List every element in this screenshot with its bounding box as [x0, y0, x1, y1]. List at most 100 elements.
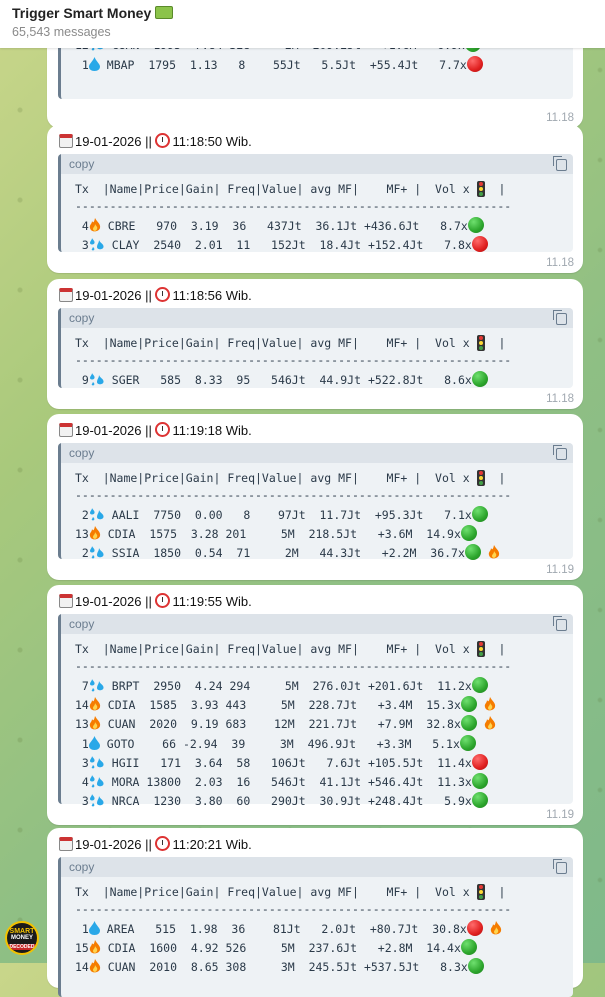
tx-count: 2: [75, 508, 89, 522]
calendar-icon: [59, 134, 73, 148]
row-values: CBRE 970 3.19 36 437Jt 36.1Jt +436.6Jt 8…: [100, 219, 468, 233]
row-values: NRCA 1230 3.80 60 290Jt 30.9Jt +248.4Jt …: [104, 794, 472, 809]
message-header: 19-01-2026 || 11:19:55 Wib.: [59, 593, 252, 611]
message-bubble[interactable]: 19-01-2026 || 11:18:56 Wib. copy Tx |Name|…: [47, 279, 583, 409]
table-row: 7 BRPT 2950 4.24 294 5M 276.0Jt +201.6Jt…: [75, 677, 488, 694]
red-circle-icon: [471, 236, 488, 253]
table-header-tail: |: [484, 182, 506, 196]
splash-icon: [89, 775, 104, 788]
table-header-row: Tx |Name|Price|Gain| Freq|Value| avg MF|…: [75, 335, 505, 352]
table-header-tail: |: [484, 885, 506, 899]
avatar-text-line3: DECODED: [7, 944, 37, 950]
avatar-text-line1: SMART: [9, 928, 35, 935]
tx-count: 9: [75, 373, 89, 387]
copy-icon[interactable]: [553, 310, 567, 325]
message-time-label: 11:18:50 Wib.: [172, 134, 252, 149]
code-block-header: [61, 308, 573, 328]
message-bubble[interactable]: 19-01-2026 || 11:19:18 Wib. copy Tx |Name|…: [47, 414, 583, 580]
fire-icon: [484, 697, 495, 711]
row-values: AREA 515 1.98 36 81Jt 2.0Jt +80.7Jt 30.8…: [99, 922, 467, 936]
message-time-label: 11:18:56 Wib.: [172, 288, 252, 303]
tx-count: 3: [75, 238, 89, 253]
alarm-clock-icon: [155, 133, 171, 148]
copy-icon[interactable]: [553, 445, 567, 460]
fire-icon: [89, 959, 101, 973]
channel-avatar[interactable]: SMART MONEY DECODED: [5, 921, 39, 955]
message-bubble[interactable]: 19-01-2026 || 11:19:55 Wib. copy Tx |Name|…: [47, 585, 583, 825]
tx-count: 1: [75, 736, 89, 751]
table-row: 4 MORA 13800 2.03 16 546Jt 41.1Jt +546.4…: [75, 773, 488, 790]
chat-header[interactable]: Trigger Smart Money 65,543 messages: [0, 0, 605, 48]
green-circle-icon: [471, 792, 488, 809]
green-circle-icon: [471, 371, 488, 387]
row-values: CDIA 1600 4.92 526 5M 237.6Jt +2.8M 14.4…: [100, 941, 461, 956]
tx-count: 4: [75, 775, 89, 789]
code-block[interactable]: copy Tx |Name|Price|Gain| Freq|Value| avg…: [58, 443, 573, 561]
code-block[interactable]: copy Tx |Name|Price|Gain| Freq|Value| avg…: [58, 614, 573, 809]
red-circle-icon: [466, 56, 483, 72]
code-language-label: copy: [69, 860, 95, 874]
message-time-label: 11:19:55 Wib.: [172, 594, 252, 609]
splash-icon: [89, 755, 104, 769]
copy-icon[interactable]: [553, 859, 567, 874]
table-separator: ----------------------------------------…: [75, 488, 512, 502]
message-date: 19-01-2026: [75, 423, 142, 438]
green-circle-icon: [471, 506, 488, 522]
copy-icon[interactable]: [553, 156, 567, 171]
tx-count: 2: [75, 546, 89, 561]
message-time-label: 11:20:21 Wib.: [172, 837, 252, 852]
code-language-label: copy: [69, 617, 95, 631]
splash-icon: [89, 679, 104, 692]
table-row: 15 CDIA 1600 4.92 526 5M 237.6Jt +2.8M 1…: [75, 939, 477, 956]
message-header: 19-01-2026 || 11:18:56 Wib.: [59, 287, 252, 305]
code-block[interactable]: copy Tx |Name|Price|Gain| Freq|Value| avg…: [58, 154, 573, 253]
table-separator: ----------------------------------------…: [75, 353, 512, 367]
calendar-icon: [59, 594, 73, 608]
message-header: 19-01-2026 || 11:20:21 Wib.: [59, 836, 252, 854]
table-header-text: Tx |Name|Price|Gain| Freq|Value| avg MF|…: [75, 182, 470, 196]
row-values: MBAP 1795 1.13 8 55Jt 5.5Jt +55.4Jt 7.7x: [99, 58, 467, 72]
message-bubble[interactable]: 19-01-2026 || 11:20:21 Wib. copy Tx |Name|…: [47, 828, 583, 997]
message-header: 19-01-2026 || 11:18:50 Wib.: [59, 133, 252, 151]
code-block-header: [61, 857, 573, 877]
green-circle-icon: [460, 715, 477, 732]
message-feed[interactable]: 8 CENT 167 7.74 31 286Jt 34.2Jt +209.7Jt…: [0, 0, 605, 997]
row-values: SSIA 1850 0.54 71 2M 44.3Jt +2.2M 36.7x: [104, 546, 465, 561]
table-header-row: Tx |Name|Price|Gain| Freq|Value| avg MF|…: [75, 181, 505, 198]
table-header-text: Tx |Name|Price|Gain| Freq|Value| avg MF|…: [75, 336, 470, 350]
green-circle-icon: [471, 677, 488, 693]
header-separator: ||: [141, 837, 156, 852]
fire-icon: [89, 697, 101, 711]
code-block[interactable]: copy Tx |Name|Price|Gain| Freq|Value| avg…: [58, 857, 573, 997]
fire-icon: [484, 716, 495, 730]
tx-count: 13: [75, 717, 89, 732]
splash-icon: [89, 546, 104, 559]
message-timestamp: 11.18: [546, 393, 574, 405]
splash-icon: [89, 238, 104, 251]
droplet-icon: [88, 57, 100, 71]
message-bubble[interactable]: 19-01-2026 || 11:18:50 Wib. copy Tx |Name|…: [47, 125, 583, 273]
table-header-text: Tx |Name|Price|Gain| Freq|Value| avg MF|…: [75, 885, 470, 899]
copy-icon[interactable]: [553, 616, 567, 631]
table-row: 13 CDIA 1575 3.28 201 5M 218.5Jt +3.6M 1…: [75, 525, 477, 542]
table-row: 1 GOTO 66 -2.94 39 3M 496.9Jt +3.3M 5.1x: [75, 734, 476, 752]
traffic-light-icon: [476, 470, 485, 486]
fire-icon: [89, 218, 101, 232]
table-row: 1 MBAP 1795 1.13 8 55Jt 5.5Jt +55.4Jt 7.…: [75, 56, 483, 73]
code-block[interactable]: copy Tx |Name|Price|Gain| Freq|Value| avg…: [58, 308, 573, 388]
message-timestamp: 11.18: [546, 257, 574, 269]
table-separator: ----------------------------------------…: [75, 199, 512, 213]
tx-count: 1: [75, 58, 89, 72]
money-icon: [155, 6, 174, 19]
alarm-clock-icon: [155, 836, 171, 851]
table-row: 4 CBRE 970 3.19 36 437Jt 36.1Jt +436.6Jt…: [75, 217, 484, 234]
alarm-clock-icon: [155, 422, 171, 437]
avatar-text-line2: MONEY: [10, 935, 33, 941]
row-values: CUAN 2020 9.19 683 12M 221.7Jt +7.9M 32.…: [100, 717, 461, 732]
traffic-light-icon: [476, 641, 485, 657]
calendar-icon: [59, 423, 73, 437]
row-values: MORA 13800 2.03 16 546Jt 41.1Jt +546.4Jt…: [104, 775, 472, 789]
green-circle-icon: [464, 544, 481, 561]
tx-count: 14: [75, 960, 89, 975]
traffic-light-icon: [476, 335, 485, 351]
